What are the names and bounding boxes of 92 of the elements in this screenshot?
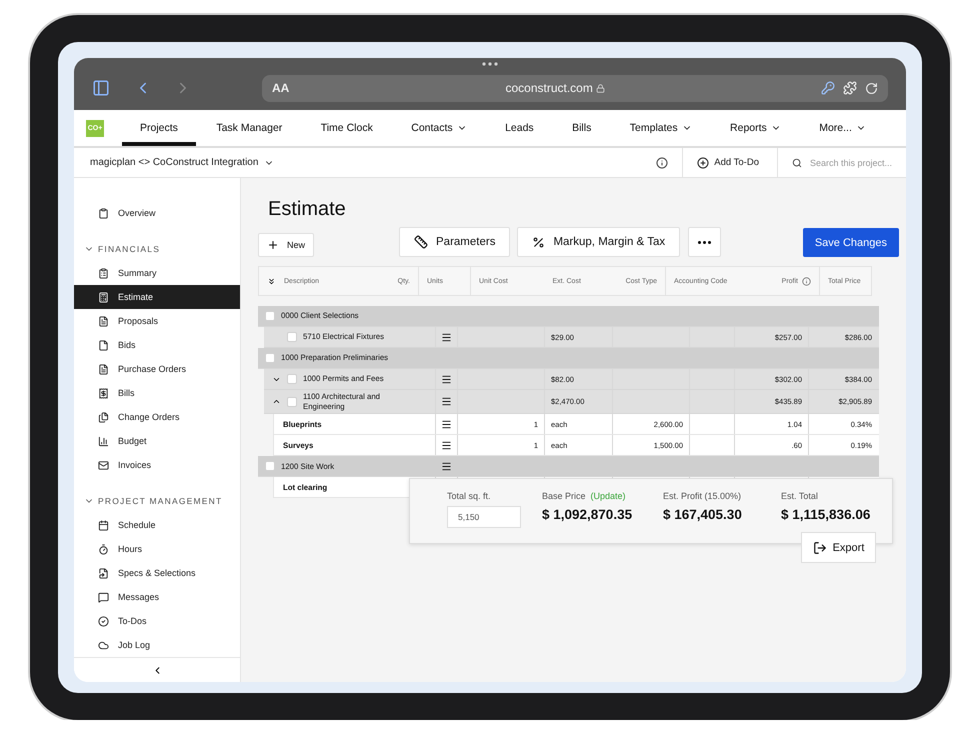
- menu-icon[interactable]: [441, 460, 452, 472]
- address-bar[interactable]: AA coconstruct.com: [262, 74, 888, 102]
- nav-tab[interactable]: Task Manager: [198, 110, 300, 146]
- nav-tab[interactable]: Leads: [487, 110, 552, 146]
- nav-tab[interactable]: Contacts: [393, 110, 485, 146]
- sidebar-item[interactable]: Purchase Orders: [74, 357, 240, 381]
- more-button[interactable]: [688, 227, 722, 257]
- nav-tab[interactable]: Templates: [612, 110, 710, 146]
- checkbox[interactable]: [287, 396, 297, 407]
- clipboard-list-icon: [98, 268, 109, 278]
- new-button[interactable]: New: [258, 233, 314, 257]
- total-value: $ 1,115,836.06: [781, 507, 872, 522]
- markup-button[interactable]: Markup, Margin & Tax: [517, 227, 680, 257]
- percent-icon: [532, 236, 546, 248]
- nav-tab[interactable]: Time Clock: [302, 110, 391, 146]
- profit-value: $ 167,405.30: [663, 507, 743, 522]
- info-icon[interactable]: [656, 156, 668, 168]
- clipboard-icon: [98, 208, 109, 218]
- chat-icon: [98, 592, 109, 602]
- stopwatch-icon: [98, 544, 109, 554]
- save-button[interactable]: Save Changes: [802, 228, 899, 257]
- sidebar-item[interactable]: Change Orders: [74, 405, 240, 429]
- document-icon: [98, 364, 109, 374]
- add-todo-button[interactable]: Add To-Do: [682, 148, 778, 177]
- sidebar-item[interactable]: Summary: [74, 261, 240, 285]
- lock-icon: [596, 84, 605, 92]
- sidebar-item[interactable]: Bids: [74, 333, 240, 357]
- url-text: coconstruct.com: [505, 81, 593, 95]
- bar-chart-icon: [98, 436, 109, 446]
- menu-icon[interactable]: [441, 440, 452, 451]
- page-title: Estimate: [268, 198, 347, 221]
- info-icon[interactable]: [802, 276, 811, 286]
- checkbox[interactable]: [265, 311, 275, 321]
- field-label: Total sq. ft.: [447, 491, 492, 501]
- sidebar-item[interactable]: Estimate: [74, 285, 240, 309]
- document-arrow-icon: [98, 568, 109, 578]
- search-icon[interactable]: [792, 156, 802, 168]
- checkbox[interactable]: [287, 374, 297, 384]
- nav-tab[interactable]: Bills: [554, 110, 610, 146]
- more-icon: [482, 62, 498, 66]
- sidebar-item[interactable]: Job Log: [74, 633, 240, 657]
- sidebar-icon[interactable]: [92, 79, 110, 97]
- plus-circle-icon: [697, 156, 710, 168]
- sidebar-item[interactable]: Overview: [74, 201, 240, 225]
- field-label: Base Price: [542, 491, 586, 501]
- check-circle-icon: [98, 616, 109, 626]
- plus-icon: [267, 239, 279, 251]
- sidebar-item[interactable]: Hours: [74, 537, 240, 561]
- reload-icon[interactable]: [865, 82, 878, 94]
- calendar-icon: [98, 520, 109, 530]
- document-icon: [98, 340, 109, 350]
- sidebar-item[interactable]: Specs & Selections: [74, 561, 240, 585]
- ruler-icon: [414, 235, 428, 249]
- nav-tab[interactable]: More...: [801, 110, 884, 146]
- section-header[interactable]: PROJECT MANAGEMENT: [74, 489, 222, 513]
- sidebar-item[interactable]: Schedule: [74, 513, 240, 537]
- menu-icon[interactable]: [441, 374, 452, 384]
- document-icon: [98, 316, 109, 326]
- extension-icon[interactable]: [843, 81, 857, 95]
- nav-tab[interactable]: Reports: [712, 110, 799, 146]
- key-icon[interactable]: [821, 81, 835, 95]
- search-field[interactable]: Search this project...: [810, 158, 906, 168]
- menu-icon[interactable]: [441, 332, 452, 342]
- sidebar-item[interactable]: Proposals: [74, 309, 240, 333]
- field-label: Est. Profit (15.00%): [663, 491, 742, 501]
- parameters-button[interactable]: Parameters: [399, 227, 510, 257]
- calculator-icon: [98, 292, 109, 302]
- text-size-label[interactable]: AA: [272, 81, 290, 95]
- sqft-input[interactable]: 5,150: [447, 506, 521, 528]
- checkbox[interactable]: [287, 332, 297, 342]
- project-selector[interactable]: magicplan <> CoConstruct Integration: [74, 157, 274, 168]
- envelope-icon: [98, 460, 109, 470]
- files-icon: [98, 412, 109, 422]
- section-header[interactable]: FINANCIALS: [74, 237, 160, 261]
- more-icon: [698, 240, 712, 244]
- sidebar-item[interactable]: Budget: [74, 429, 240, 453]
- base-price-value: $ 1,092,870.35: [542, 507, 634, 522]
- cloud-icon: [98, 640, 109, 650]
- receipt-icon: [98, 388, 109, 398]
- sidebar-item[interactable]: To-Dos: [74, 609, 240, 633]
- export-icon: [812, 540, 827, 554]
- checkbox[interactable]: [265, 461, 275, 472]
- checkbox[interactable]: [265, 353, 275, 363]
- sidebar-item[interactable]: Bills: [74, 381, 240, 405]
- field-label: Est. Total: [781, 491, 819, 501]
- double-chevron-icon[interactable]: [267, 276, 276, 286]
- sidebar-item[interactable]: Invoices: [74, 453, 240, 477]
- menu-icon[interactable]: [441, 418, 452, 430]
- nav-tab[interactable]: Projects: [122, 110, 196, 146]
- menu-icon[interactable]: [441, 396, 452, 408]
- export-button[interactable]: Export: [801, 532, 876, 563]
- sidebar-item[interactable]: Messages: [74, 585, 240, 609]
